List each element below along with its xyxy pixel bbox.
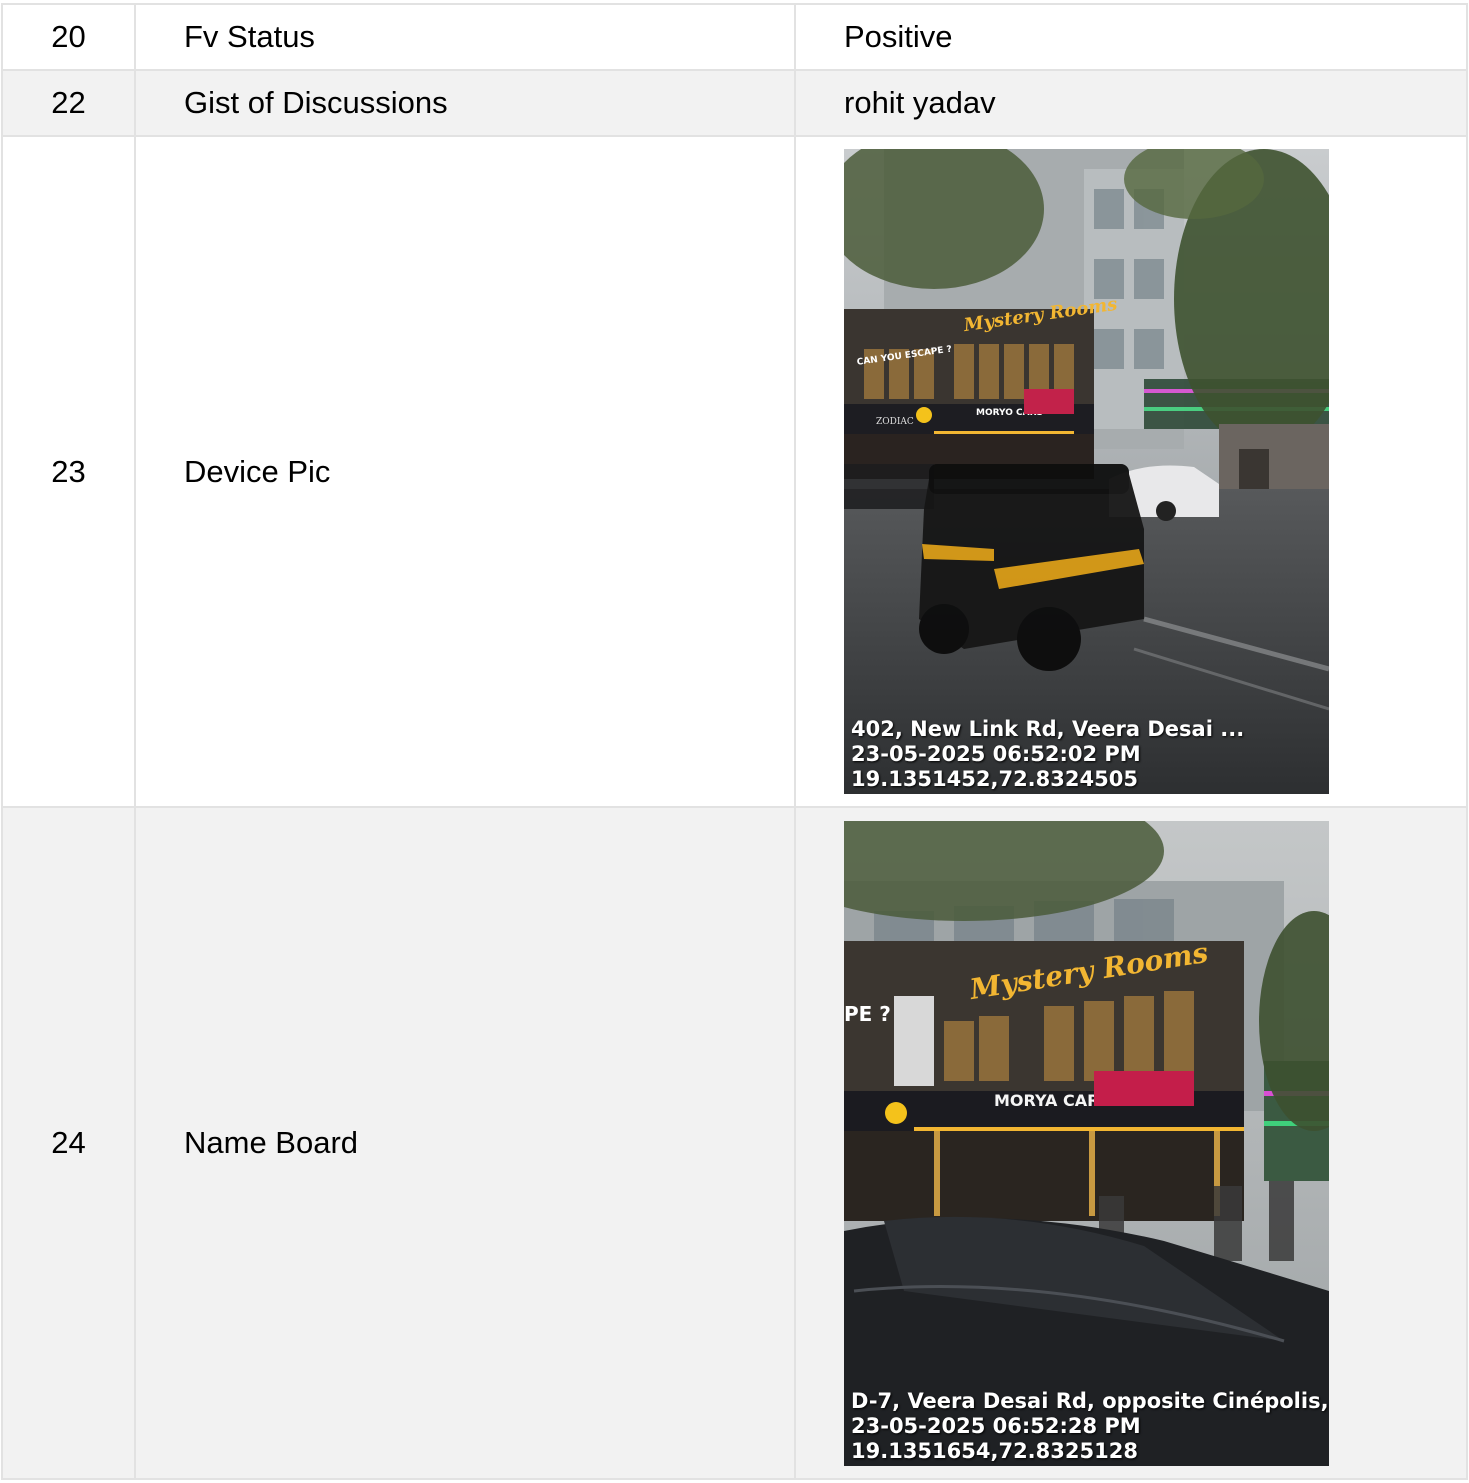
row-number: 24 [1,806,136,1480]
row-label: Gist of Discussions [134,69,796,137]
photo-geo-stamp: 402, New Link Rd, Veera Desai ... 23-05-… [851,717,1244,792]
sign-morya-cars: MORYA CARS [994,1091,1111,1110]
row-value: Mystery Rooms PE ? MORYA CARS D-7, Veera… [794,806,1468,1480]
name-board-photo-scene: Mystery Rooms PE ? MORYA CARS [844,820,1329,1466]
table-row: 24 Name Board Mystery Rooms PE ? MORYA C… [1,806,1468,1480]
row-number: 23 [1,135,136,808]
table-row: 23 Device Pic Mystery Rooms CAN YOU ESCA… [1,135,1468,808]
row-value: Mystery Rooms CAN YOU ESCAPE ? ZODIAC MO… [794,135,1468,808]
name-board-photo[interactable]: Mystery Rooms PE ? MORYA CARS D-7, Veera… [844,820,1329,1466]
device-photo[interactable]: Mystery Rooms CAN YOU ESCAPE ? ZODIAC MO… [844,149,1329,794]
row-number: 20 [1,3,136,71]
sign-zodiac: ZODIAC [876,417,914,427]
table-row: 20 Fv Status Positive [1,3,1468,71]
sign-pe: PE ? [844,1002,891,1026]
row-label: Fv Status [134,3,796,71]
stamp-coordinates: 19.1351452,72.8324505 [851,767,1138,791]
row-number: 22 [1,69,136,137]
row-label: Name Board [134,806,796,1480]
stamp-address: D-7, Veera Desai Rd, opposite Cinépolis,… [851,1388,1329,1413]
row-value: Positive [794,3,1468,71]
photo-geo-stamp: D-7, Veera Desai Rd, opposite Cinépolis,… [851,1389,1329,1464]
stamp-datetime: 23-05-2025 06:52:02 PM [851,742,1141,766]
stamp-datetime: 23-05-2025 06:52:28 PM [851,1413,1141,1438]
table-row: 22 Gist of Discussions rohit yadav [1,69,1468,137]
row-value: rohit yadav [794,69,1468,137]
stamp-address: 402, New Link Rd, Veera Desai ... [851,717,1245,741]
stamp-coordinates: 19.1351654,72.8325128 [851,1438,1138,1463]
details-table: 20 Fv Status Positive 22 Gist of Discuss… [1,3,1468,1480]
row-label: Device Pic [134,135,796,808]
device-photo-scene: Mystery Rooms CAN YOU ESCAPE ? ZODIAC MO… [844,149,1329,794]
